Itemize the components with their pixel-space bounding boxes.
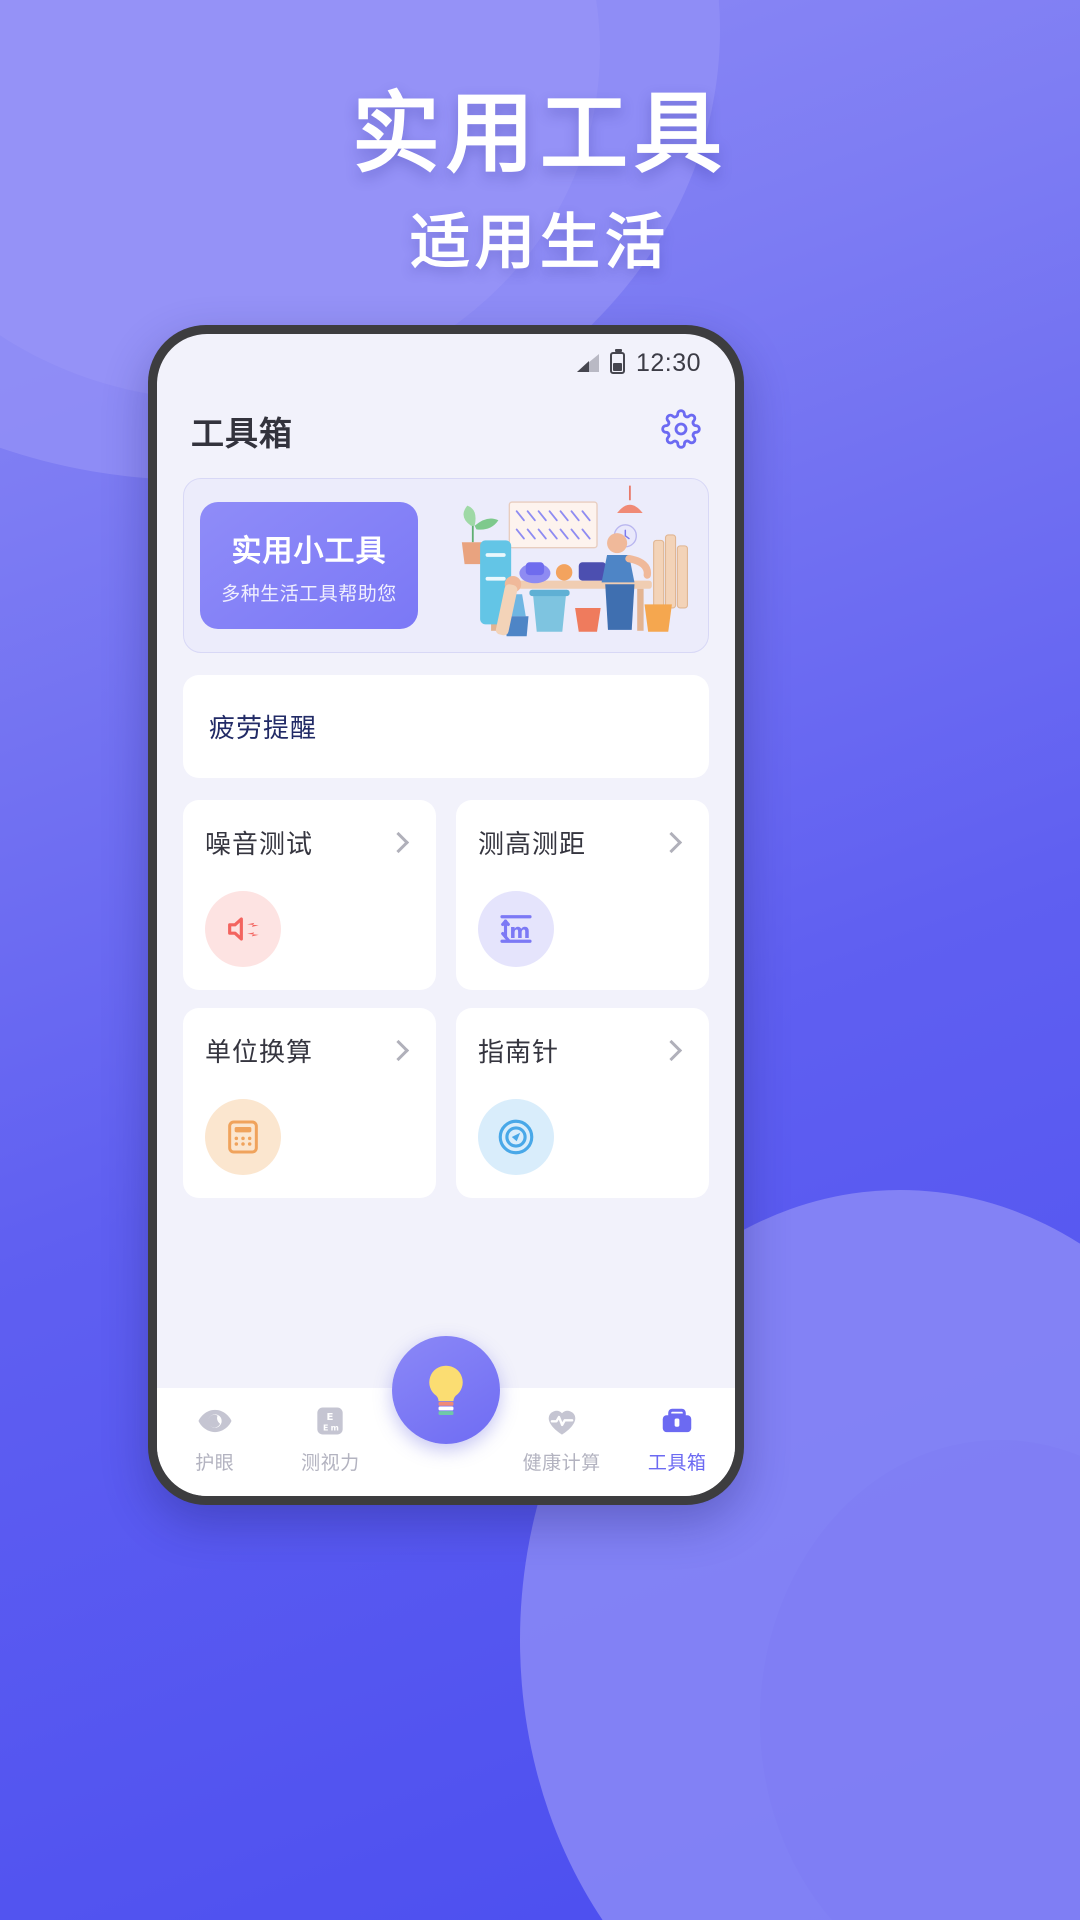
hero-title: 实用工具 <box>351 82 728 185</box>
tool-card-label: 噪音测试 <box>205 829 314 859</box>
measure-meter-icon-bg: m <box>478 891 554 967</box>
phone-screen: 12:30 工具箱 实用小工具 多种生活工具帮助您 疲劳提醒 噪音测试 测高测距… <box>157 334 735 1496</box>
battery-icon <box>609 349 625 374</box>
tool-card-compass[interactable]: 指南针 <box>456 1008 709 1198</box>
fatigue-reminder-label: 疲劳提醒 <box>209 713 318 743</box>
chevron-right-icon <box>660 1039 683 1062</box>
svg-text:E: E <box>327 1412 334 1423</box>
compass-icon <box>498 1119 534 1155</box>
svg-text:m: m <box>509 919 530 943</box>
eye-chart-icon: E E m <box>317 1407 344 1435</box>
toolbox-icon <box>662 1408 692 1433</box>
nav-item-eye-care[interactable]: 护眼 <box>157 1402 273 1475</box>
speaker-noise-icon-bg <box>205 891 281 967</box>
tool-card-unit-conversion[interactable]: 单位换算 <box>183 1008 436 1198</box>
promo-banner[interactable]: 实用小工具 多种生活工具帮助您 <box>183 478 709 653</box>
nav-item-label: 工具箱 <box>647 1453 707 1474</box>
status-bar-clock: 12:30 <box>635 348 701 377</box>
nav-item-label: 健康计算 <box>522 1453 601 1474</box>
promo-banner-subtext: 多种生活工具帮助您 <box>221 583 397 605</box>
tool-card-label: 单位换算 <box>205 1037 314 1067</box>
tool-card-measure-height-distance[interactable]: 测高测距 m <box>456 800 709 990</box>
nav-item-label: 测视力 <box>301 1453 360 1474</box>
tool-card-noise-test[interactable]: 噪音测试 <box>183 800 436 990</box>
eye-care-icon <box>198 1409 232 1433</box>
chevron-right-icon <box>660 831 683 854</box>
workshop-illustration <box>418 479 692 652</box>
measure-meter-icon: m <box>500 915 532 943</box>
signal-bars-icon <box>576 354 599 372</box>
svg-text:E: E <box>323 1424 328 1433</box>
phone-mockup: 12:30 工具箱 实用小工具 多种生活工具帮助您 疲劳提醒 噪音测试 测高测距… <box>148 325 744 1505</box>
nav-item-vision-test[interactable]: E E m 测视力 <box>273 1402 389 1475</box>
speaker-noise-icon <box>228 917 259 941</box>
nav-item-label: 护眼 <box>195 1453 235 1474</box>
status-bar: 12:30 <box>157 334 735 392</box>
chevron-right-icon <box>387 1039 410 1062</box>
page-title: 工具箱 <box>191 415 293 452</box>
compass-icon-bg <box>478 1099 554 1175</box>
promo-banner-headline: 实用小工具 <box>231 533 387 569</box>
main-content: 实用小工具 多种生活工具帮助您 疲劳提醒 噪音测试 测高测距 m 单位换算 指南… <box>157 470 735 1388</box>
svg-text:m: m <box>331 1424 339 1433</box>
promo-banner-cta: 实用小工具 多种生活工具帮助您 <box>200 502 418 629</box>
gear-icon[interactable] <box>661 408 701 454</box>
calculator-icon-bg <box>205 1099 281 1175</box>
nav-item-health-calculator[interactable]: 健康计算 <box>504 1402 620 1475</box>
calculator-icon <box>228 1120 258 1154</box>
hero-subtitle: 适用生活 <box>410 208 670 279</box>
app-header: 工具箱 <box>157 392 735 470</box>
heart-pulse-icon <box>548 1410 575 1435</box>
chevron-right-icon <box>387 831 410 854</box>
tool-card-label: 测高测距 <box>478 829 587 859</box>
lightbulb-fab-button[interactable] <box>392 1336 500 1444</box>
fatigue-reminder-card[interactable]: 疲劳提醒 <box>183 675 709 778</box>
tool-card-label: 指南针 <box>478 1037 560 1067</box>
lightbulb-icon <box>429 1365 463 1416</box>
hero-text-block: 实用工具 适用生活 <box>0 82 1080 281</box>
tools-grid: 噪音测试 测高测距 m 单位换算 指南针 <box>183 800 709 1198</box>
nav-item-toolbox[interactable]: 工具箱 <box>619 1402 735 1475</box>
